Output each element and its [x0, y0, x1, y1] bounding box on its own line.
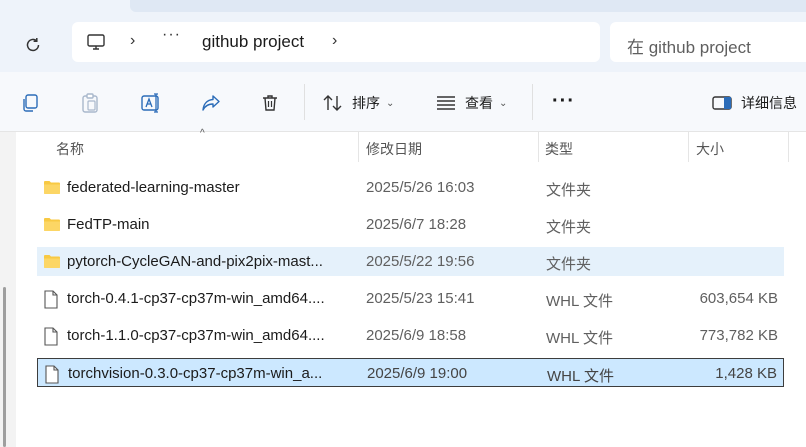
chevron-down-icon: ⌄: [386, 97, 395, 109]
address-bar-area: › ··· github project › 在 github project: [0, 14, 806, 72]
file-icon: [43, 290, 59, 314]
file-row[interactable]: torch-1.1.0-cp37-cp37m-win_amd64.... 2025…: [37, 321, 784, 350]
trash-icon: [263, 95, 277, 111]
file-row[interactable]: FedTP-main 2025/6/7 18:28 文件夹: [37, 210, 784, 239]
file-icon: [43, 327, 59, 351]
folder-icon: [43, 179, 61, 200]
file-name: pytorch-CycleGAN-and-pix2pix-mast...: [67, 253, 323, 270]
file-row[interactable]: pytorch-CycleGAN-and-pix2pix-mast... 2025…: [37, 247, 784, 276]
tab-strip-edge: [130, 0, 806, 12]
file-row[interactable]: torchvision-0.3.0-cp37-cp37m-win_a... 202…: [37, 358, 784, 387]
file-type: 文件夹: [546, 256, 592, 273]
copy-icon: [23, 94, 38, 112]
column-header: ^ 名称 修改日期 类型 大小: [16, 128, 806, 162]
breadcrumb-separator-icon[interactable]: ›: [130, 32, 135, 50]
navigation-pane-edge: [0, 132, 16, 447]
more-options-button[interactable]: ···: [552, 90, 575, 112]
column-divider[interactable]: [538, 132, 539, 162]
file-type: WHL 文件: [546, 330, 613, 347]
details-pane-icon: [712, 96, 732, 110]
file-size: 1,428 KB: [715, 365, 777, 382]
folder-icon: [43, 216, 61, 237]
file-type: WHL 文件: [546, 293, 613, 310]
command-bar: 排序 ⌄ 查看 ⌄ ··· 详细信息: [0, 72, 806, 132]
file-icon: [44, 365, 60, 389]
file-name: FedTP-main: [67, 216, 150, 233]
file-type: WHL 文件: [547, 368, 614, 385]
file-size: 773,782 KB: [699, 327, 778, 344]
this-pc-icon[interactable]: [86, 32, 106, 57]
column-modified[interactable]: 修改日期: [366, 139, 422, 159]
view-list-icon: [437, 96, 455, 110]
share-icon: [202, 95, 220, 111]
refresh-button[interactable]: [20, 32, 46, 58]
file-name: federated-learning-master: [67, 179, 240, 196]
file-modified: 2025/6/9 18:58: [366, 327, 467, 344]
details-pane-button[interactable]: 详细信息: [711, 92, 797, 114]
sort-label: 排序: [352, 95, 380, 111]
rename-button[interactable]: [140, 92, 162, 114]
file-modified: 2025/5/23 15:41: [366, 290, 475, 307]
column-type[interactable]: 类型: [545, 139, 573, 159]
file-name: torch-0.4.1-cp37-cp37m-win_amd64....: [67, 290, 325, 307]
view-label: 查看: [465, 95, 493, 111]
toolbar-divider: [304, 84, 305, 120]
rename-icon: [141, 93, 159, 113]
address-box[interactable]: › ··· github project ›: [72, 22, 600, 62]
title-strip: [0, 0, 806, 14]
view-button[interactable]: 查看 ⌄: [435, 92, 507, 114]
refresh-icon: [26, 38, 40, 52]
copy-button[interactable]: [20, 92, 40, 114]
details-label: 详细信息: [741, 95, 797, 111]
paste-icon: [82, 93, 98, 113]
sort-ascending-icon: ^: [200, 128, 205, 139]
folder-icon: [43, 253, 61, 274]
column-divider[interactable]: [358, 132, 359, 162]
breadcrumb-chevron-icon[interactable]: ›: [332, 32, 337, 50]
chevron-down-icon: ⌄: [499, 97, 508, 109]
file-type: 文件夹: [546, 182, 592, 199]
sort-button[interactable]: 排序 ⌄: [322, 92, 394, 114]
toolbar-divider: [532, 84, 533, 120]
column-size[interactable]: 大小: [696, 139, 724, 159]
file-name: torch-1.1.0-cp37-cp37m-win_amd64....: [67, 327, 325, 344]
file-modified: 2025/6/9 19:00: [367, 365, 468, 382]
file-size: 603,654 KB: [699, 290, 778, 307]
column-divider[interactable]: [788, 132, 789, 162]
file-list-pane: ^ 名称 修改日期 类型 大小 federated-learning-maste…: [0, 128, 806, 447]
sort-icon: [323, 95, 342, 111]
delete-button[interactable]: [260, 92, 280, 114]
file-modified: 2025/5/22 19:56: [366, 253, 475, 270]
file-type: 文件夹: [546, 219, 592, 236]
breadcrumb-current[interactable]: github project: [202, 32, 304, 52]
paste-button[interactable]: [80, 92, 100, 114]
column-name[interactable]: 名称: [56, 139, 84, 159]
search-input[interactable]: 在 github project: [610, 22, 806, 62]
search-placeholder: 在 github project: [627, 38, 751, 57]
file-modified: 2025/5/26 16:03: [366, 179, 475, 196]
file-row[interactable]: federated-learning-master 2025/5/26 16:03…: [37, 173, 784, 202]
share-button[interactable]: [200, 92, 222, 114]
more-icon: ···: [552, 89, 575, 112]
breadcrumb-overflow[interactable]: ···: [162, 26, 181, 44]
file-row[interactable]: torch-0.4.1-cp37-cp37m-win_amd64.... 2025…: [37, 284, 784, 313]
file-modified: 2025/6/7 18:28: [366, 216, 467, 233]
column-divider[interactable]: [688, 132, 689, 162]
file-name: torchvision-0.3.0-cp37-cp37m-win_a...: [68, 365, 323, 382]
scrollbar-thumb[interactable]: [3, 287, 6, 447]
